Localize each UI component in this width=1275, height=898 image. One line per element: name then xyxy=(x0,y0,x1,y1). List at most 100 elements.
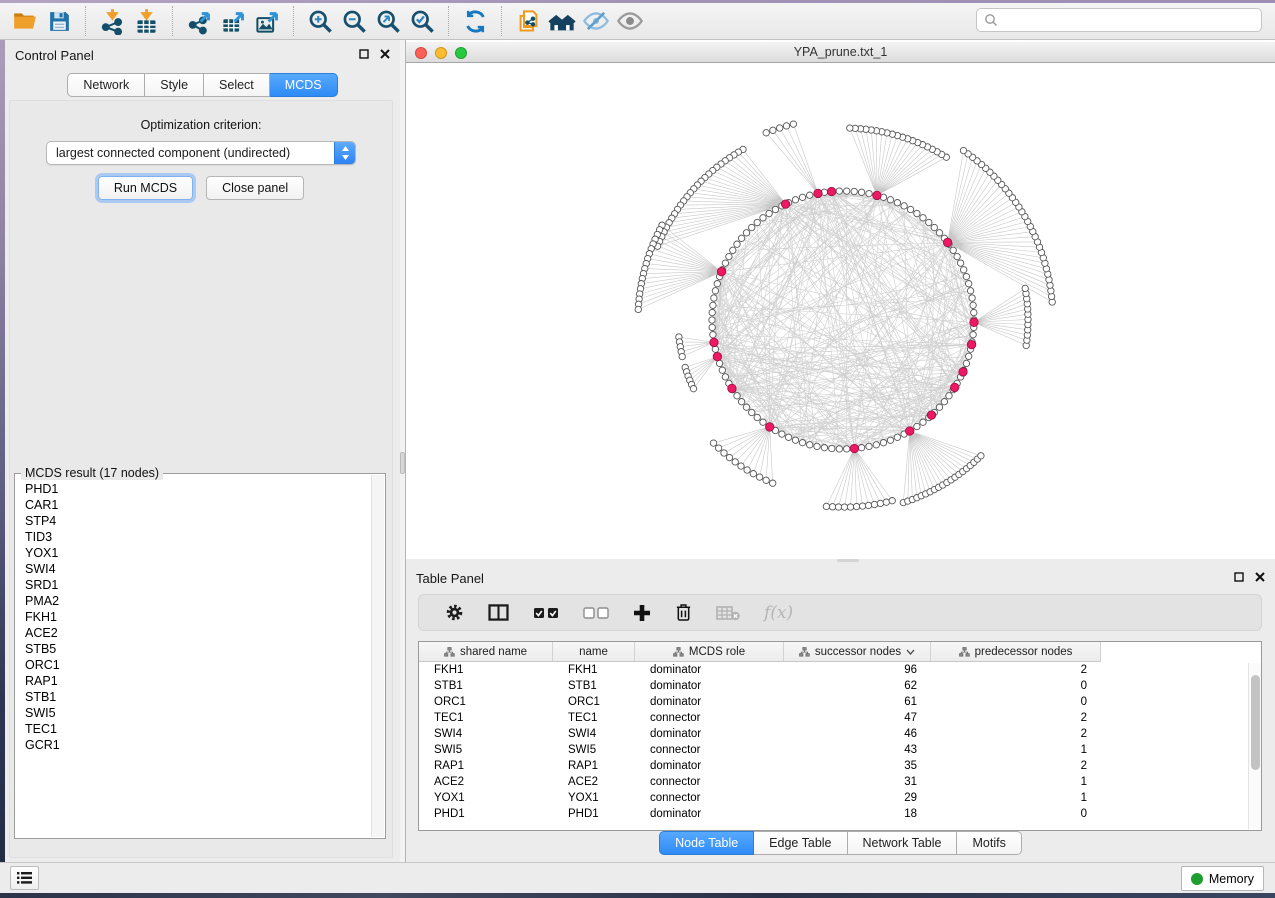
show-all-icon[interactable] xyxy=(613,5,647,37)
zoom-selected-icon[interactable] xyxy=(405,5,439,37)
mcds-result-item[interactable]: RAP1 xyxy=(25,673,362,689)
table-row[interactable]: FKH1FKH1dominator962 xyxy=(419,662,1261,678)
function-builder-icon[interactable]: f(x) xyxy=(752,598,805,628)
tab-select[interactable]: Select xyxy=(204,73,270,97)
sort-descending-icon xyxy=(906,649,915,655)
add-column-icon[interactable] xyxy=(621,598,663,628)
table-cell: 47 xyxy=(784,712,931,724)
export-network-icon[interactable] xyxy=(182,5,216,37)
column-header-predecessor-nodes[interactable]: predecessor nodes xyxy=(931,642,1101,662)
table-cell: connector xyxy=(635,792,784,804)
refresh-layout-icon[interactable] xyxy=(458,5,492,37)
tab-motifs[interactable]: Motifs xyxy=(957,831,1021,855)
close-panel-icon[interactable] xyxy=(380,49,390,59)
mcds-result-item[interactable]: STP4 xyxy=(25,513,362,529)
shared-column-icon xyxy=(673,647,684,657)
toolbar-separator xyxy=(172,6,173,36)
table-row[interactable]: SWI4SWI4dominator462 xyxy=(419,726,1261,742)
select-all-rows-icon[interactable] xyxy=(521,598,571,628)
column-header-shared-name[interactable]: shared name xyxy=(419,642,553,662)
zoom-in-icon[interactable] xyxy=(303,5,337,37)
mcds-result-item[interactable]: TID3 xyxy=(25,529,362,545)
table-row[interactable]: PHD1PHD1dominator180 xyxy=(419,806,1261,822)
list-icon xyxy=(17,872,32,884)
table-cell: 1 xyxy=(931,792,1101,804)
deselect-all-rows-icon[interactable] xyxy=(571,598,621,628)
export-table-icon[interactable] xyxy=(216,5,250,37)
mcds-result-item[interactable]: TEC1 xyxy=(25,721,362,737)
column-header-name[interactable]: name xyxy=(553,642,635,662)
delete-column-trash-icon[interactable] xyxy=(663,598,704,628)
table-row[interactable]: RAP1RAP1dominator352 xyxy=(419,758,1261,774)
table-scrollbar[interactable] xyxy=(1248,663,1261,829)
mcds-result-item[interactable]: SWI5 xyxy=(25,705,362,721)
save-session-icon[interactable] xyxy=(42,5,76,37)
zoom-out-icon[interactable] xyxy=(337,5,371,37)
table-cell: FKH1 xyxy=(553,664,635,676)
tab-node-table[interactable]: Node Table xyxy=(659,831,754,855)
mcds-result-item[interactable]: ORC1 xyxy=(25,657,362,673)
column-header-successor-nodes[interactable]: successor nodes xyxy=(784,642,931,662)
table-row[interactable]: SWI5SWI5connector431 xyxy=(419,742,1261,758)
tab-edge-table[interactable]: Edge Table xyxy=(754,831,847,855)
table-cell: dominator xyxy=(635,728,784,740)
export-image-icon[interactable] xyxy=(250,5,284,37)
close-panel-icon[interactable] xyxy=(1255,572,1265,582)
zoom-fit-icon[interactable] xyxy=(371,5,405,37)
mcds-result-item[interactable]: ACE2 xyxy=(25,625,362,641)
mcds-result-item[interactable]: SWI4 xyxy=(25,561,362,577)
search-input[interactable] xyxy=(1003,13,1254,27)
table-cell: PHD1 xyxy=(553,808,635,820)
open-file-icon[interactable] xyxy=(8,5,42,37)
horizontal-splitter-grip[interactable] xyxy=(837,559,859,562)
import-table-icon[interactable] xyxy=(129,5,163,37)
clone-network-icon[interactable] xyxy=(511,5,545,37)
shared-column-icon xyxy=(959,647,970,657)
mcds-result-item[interactable]: FKH1 xyxy=(25,609,362,625)
criterion-dropdown[interactable]: largest connected component (undirected) xyxy=(46,141,356,165)
table-row[interactable]: TEC1TEC1connector472 xyxy=(419,710,1261,726)
first-neighbors-icon[interactable] xyxy=(545,5,579,37)
task-history-button[interactable] xyxy=(10,866,39,890)
mcds-result-item[interactable]: PHD1 xyxy=(25,481,362,497)
mcds-list-scrollbar[interactable] xyxy=(371,475,384,837)
close-panel-button[interactable]: Close panel xyxy=(206,176,304,200)
vertical-splitter-grip[interactable] xyxy=(400,452,405,474)
table-cell: YOX1 xyxy=(419,792,553,804)
mcds-result-item[interactable]: CAR1 xyxy=(25,497,362,513)
run-mcds-button[interactable]: Run MCDS xyxy=(98,176,193,200)
mcds-result-item[interactable]: SRD1 xyxy=(25,577,362,593)
search-field[interactable] xyxy=(976,8,1262,32)
float-panel-icon[interactable] xyxy=(1234,572,1244,582)
table-cell: 18 xyxy=(784,808,931,820)
float-panel-icon[interactable] xyxy=(359,49,369,59)
table-row[interactable]: ORC1ORC1dominator610 xyxy=(419,694,1261,710)
table-toolbar: f(x) xyxy=(418,594,1262,631)
mcds-result-item[interactable]: PMA2 xyxy=(25,593,362,609)
mcds-result-item[interactable]: YOX1 xyxy=(25,545,362,561)
mcds-result-item[interactable]: STB1 xyxy=(25,689,362,705)
network-window-titlebar[interactable]: YPA_prune.txt_1 xyxy=(406,42,1275,63)
table-row[interactable]: ACE2ACE2connector311 xyxy=(419,774,1261,790)
tab-mcds[interactable]: MCDS xyxy=(270,73,338,97)
network-graph[interactable] xyxy=(406,64,1275,559)
table-cell: SWI5 xyxy=(419,744,553,756)
tab-network[interactable]: Network xyxy=(67,73,145,97)
table-cell: PHD1 xyxy=(419,808,553,820)
delete-table-icon[interactable] xyxy=(704,598,752,628)
tab-network-table[interactable]: Network Table xyxy=(848,831,958,855)
mcds-result-item[interactable]: STB5 xyxy=(25,641,362,657)
tab-style[interactable]: Style xyxy=(145,73,204,97)
table-scrollbar-thumb[interactable] xyxy=(1251,675,1260,770)
column-header-mcds-role[interactable]: MCDS role xyxy=(635,642,784,662)
table-row[interactable]: STB1STB1dominator620 xyxy=(419,678,1261,694)
memory-button[interactable]: Memory xyxy=(1181,866,1264,891)
mcds-result-item[interactable]: GCR1 xyxy=(25,737,362,753)
hide-selected-icon[interactable] xyxy=(579,5,613,37)
import-network-icon[interactable] xyxy=(95,5,129,37)
show-columns-icon[interactable] xyxy=(476,598,521,628)
network-canvas[interactable] xyxy=(406,64,1275,559)
graph-nodes[interactable] xyxy=(635,121,1055,510)
table-settings-gear-icon[interactable] xyxy=(433,598,476,628)
table-row[interactable]: YOX1YOX1connector291 xyxy=(419,790,1261,806)
